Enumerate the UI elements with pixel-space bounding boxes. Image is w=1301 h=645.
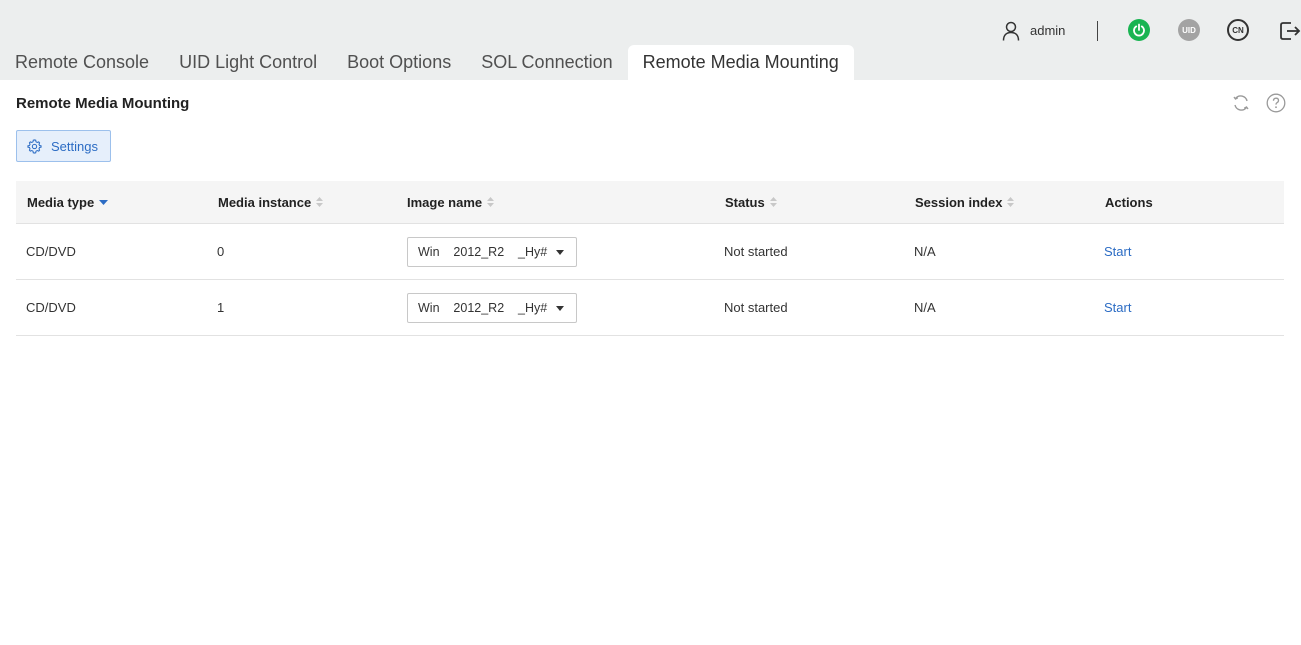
sort-desc-icon (99, 199, 109, 205)
divider (1097, 21, 1098, 41)
column-label: Media instance (218, 194, 312, 210)
cn-language-icon[interactable]: CN (1227, 19, 1249, 41)
gear-icon (27, 138, 42, 154)
column-label: Status (725, 194, 765, 210)
page-title: Remote Media Mounting (16, 95, 190, 112)
user-icon (1002, 21, 1020, 41)
refresh-icon[interactable] (1231, 93, 1251, 113)
tab-remote-media-mounting[interactable]: Remote Media Mounting (627, 45, 854, 80)
start-link[interactable]: Start (1104, 280, 1131, 335)
cell-session-index: N/A (914, 300, 936, 315)
top-bar: admin UID CN Remote Console UID Light Co… (0, 0, 1301, 80)
table-header: Media type Media instance Image name Sta… (16, 181, 1284, 224)
image-name-select[interactable]: Win 2012_R2 _Hy# (407, 292, 577, 323)
column-header-status[interactable]: Status (725, 181, 777, 223)
cn-icon-label: CN (1232, 25, 1244, 35)
cell-media-instance: 1 (217, 300, 225, 315)
column-label: Actions (1105, 194, 1153, 210)
cell-image-name: Win 2012_R2 _Hy# (407, 224, 577, 279)
tab-remote-console[interactable]: Remote Console (0, 45, 164, 80)
settings-button-label: Settings (51, 138, 98, 154)
image-name-value: Win 2012_R2 _Hy# (418, 300, 548, 315)
column-label: Media type (27, 194, 95, 210)
cell-media-type: CD/DVD (26, 244, 76, 259)
username[interactable]: admin (1030, 23, 1065, 38)
cell-session-index: N/A (914, 244, 936, 259)
cell-status: Not started (724, 244, 788, 259)
uid-icon[interactable]: UID (1178, 19, 1200, 41)
table-row: CD/DVD 1 Win 2012_R2 _Hy# Not started N/… (16, 280, 1284, 336)
settings-button[interactable]: Settings (16, 130, 111, 162)
caret-down-icon (556, 305, 564, 311)
sort-icon (316, 197, 324, 207)
tab-sol-connection[interactable]: SOL Connection (466, 45, 627, 80)
tab-boot-options[interactable]: Boot Options (332, 45, 466, 80)
cell-image-name: Win 2012_R2 _Hy# (407, 280, 577, 335)
cell-media-instance: 0 (217, 244, 225, 259)
column-header-session-index[interactable]: Session index (915, 181, 1015, 223)
column-header-media-instance[interactable]: Media instance (218, 181, 324, 223)
tab-uid-light-control[interactable]: UID Light Control (164, 45, 332, 80)
cell-media-type: CD/DVD (26, 300, 76, 315)
tab-bar: Remote Console UID Light Control Boot Op… (0, 45, 854, 80)
column-label: Image name (407, 194, 483, 210)
image-name-value: Win 2012_R2 _Hy# (418, 244, 548, 259)
logout-icon[interactable] (1277, 19, 1301, 43)
cell-status: Not started (724, 300, 788, 315)
column-label: Session index (915, 194, 1003, 210)
uid-icon-label: UID (1182, 25, 1196, 35)
sort-icon (1007, 197, 1015, 207)
column-header-media-type[interactable]: Media type (27, 181, 109, 223)
sort-icon (487, 197, 495, 207)
column-header-actions: Actions (1105, 181, 1153, 223)
power-icon[interactable] (1128, 19, 1150, 41)
sort-icon (769, 197, 777, 207)
image-name-select[interactable]: Win 2012_R2 _Hy# (407, 236, 577, 267)
table-row: CD/DVD 0 Win 2012_R2 _Hy# Not started N/… (16, 224, 1284, 280)
help-icon[interactable] (1266, 93, 1286, 113)
media-table: Media type Media instance Image name Sta… (16, 181, 1284, 336)
column-header-image-name[interactable]: Image name (407, 181, 495, 223)
caret-down-icon (556, 249, 564, 255)
start-link[interactable]: Start (1104, 224, 1131, 279)
